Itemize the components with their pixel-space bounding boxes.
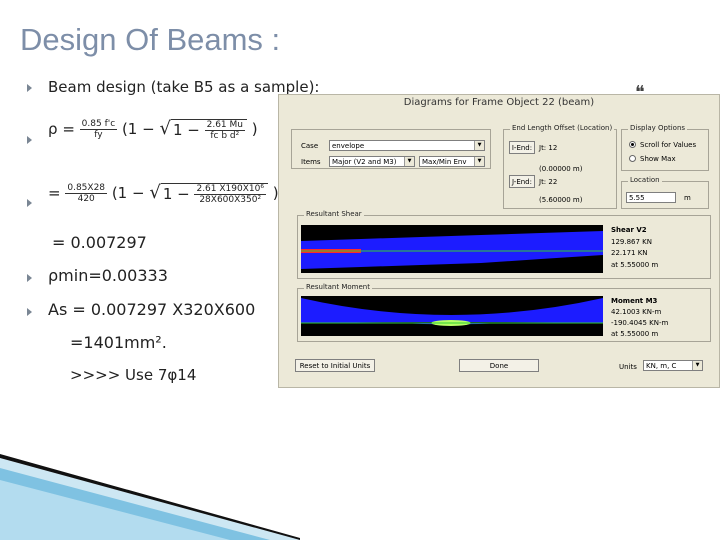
- sqrt-denominator: fc b d²: [210, 130, 240, 141]
- bullet-marker: [27, 199, 32, 207]
- moment-group-label: Resultant Moment: [304, 283, 372, 291]
- shear-title: Shear V2: [611, 226, 647, 234]
- location-value: 5.55: [629, 194, 645, 202]
- sqrt-numerator: 2.61 Mu: [204, 119, 245, 131]
- rho-symbol: ρ: [48, 120, 58, 138]
- i-end-button[interactable]: I-End:: [509, 141, 535, 154]
- chevron-down-icon: ▼: [404, 157, 414, 166]
- bar-selection: >>>> Use 7φ14: [70, 366, 197, 384]
- sqrt-numerator: 2.61 X190X10⁶: [194, 183, 266, 195]
- equals-sign: =: [48, 184, 61, 202]
- shear-value-2: 22.171 KN: [611, 249, 648, 257]
- rho-min: ρmin=0.00333: [48, 266, 168, 285]
- envelope-value: Max/Min Env: [422, 158, 467, 166]
- moment-envelope-upper: [301, 298, 603, 323]
- fraction-denominator: fy: [94, 130, 103, 140]
- equals-sign: =: [62, 120, 75, 138]
- formula-open: (1 −: [121, 120, 155, 138]
- j-end-location: (5.60000 m): [539, 196, 583, 204]
- reset-units-button[interactable]: Reset to Initial Units: [295, 359, 375, 372]
- moment-diagram-svg: [301, 298, 603, 326]
- units-select[interactable]: KN, m, C ▼: [643, 360, 703, 371]
- shear-location: at 5.55000 m: [611, 261, 659, 269]
- slide-title: Design Of Beams :: [20, 22, 281, 57]
- case-value: envelope: [332, 142, 365, 150]
- moment-title: Moment M3: [611, 297, 658, 305]
- shear-envelope-lower: [301, 251, 603, 269]
- sqrt-term: 1 − 2.61 X190X10⁶ 28X600X350²: [160, 182, 268, 205]
- chevron-down-icon: ▼: [474, 157, 484, 166]
- envelope-select[interactable]: Max/Min Env ▼: [419, 156, 485, 167]
- moment-value-2: -190.4045 KN-m: [611, 319, 669, 327]
- case-select[interactable]: envelope ▼: [329, 140, 485, 151]
- scroll-values-radio[interactable]: [629, 141, 636, 148]
- as-formula: As = 0.007297 X320X600: [48, 300, 256, 319]
- decorative-stripes: [0, 454, 300, 540]
- location-input[interactable]: 5.55: [626, 192, 676, 203]
- fraction-denominator: 420: [77, 194, 95, 204]
- shear-diagram-svg: [301, 231, 603, 269]
- i-end-location: (0.00000 m): [539, 165, 583, 173]
- chevron-down-icon: ▼: [474, 141, 484, 150]
- rho-result: = 0.007297: [52, 233, 147, 252]
- moment-location: at 5.55000 m: [611, 330, 659, 338]
- dialog-title: Diagrams for Frame Object 22 (beam): [403, 97, 595, 108]
- fraction-numerator: 0.85X28: [65, 183, 108, 194]
- display-options-group: Display Options: [621, 124, 709, 171]
- sqrt-fraction: 2.61 Mu fc b d²: [204, 119, 245, 141]
- items-value: Major (V2 and M3): [332, 158, 397, 166]
- fraction: 0.85X28 420: [65, 183, 108, 204]
- rho-substitution: = 0.85X28 420 (1 − √ 1 − 2.61 X190X10⁶ 28X6…: [48, 182, 279, 205]
- formula-open: (1 −: [111, 184, 145, 202]
- show-max-label: Show Max: [640, 155, 676, 163]
- bullet-marker: [27, 136, 32, 144]
- shear-diagram: [301, 225, 603, 273]
- units-value: KN, m, C: [646, 362, 677, 370]
- case-label: Case: [301, 142, 319, 150]
- frame-diagram-dialog: Diagrams for Frame Object 22 (beam) Case…: [278, 94, 720, 388]
- formula-close: ): [251, 120, 258, 138]
- rho-formula: ρ = 0.85 f'c fy (1 − √ 1 − 2.61 Mu fc b d² …: [48, 118, 258, 141]
- j-end-button[interactable]: J-End:: [509, 175, 535, 188]
- scroll-values-label: Scroll for Values: [640, 141, 697, 149]
- location-unit: m: [684, 194, 691, 202]
- moment-value-1: 42.1003 KN-m: [611, 308, 662, 316]
- units-label: Units: [619, 363, 637, 371]
- fraction: 0.85 f'c fy: [79, 119, 118, 140]
- location-label: Location: [628, 176, 662, 184]
- show-max-radio[interactable]: [629, 155, 636, 162]
- bullet-marker: [27, 84, 32, 92]
- done-button[interactable]: Done: [459, 359, 539, 372]
- display-options-label: Display Options: [628, 124, 688, 132]
- j-end-joint: Jt: 22: [539, 178, 558, 186]
- end-offset-label: End Length Offset (Location): [510, 124, 615, 132]
- bullet-marker: [27, 274, 32, 282]
- bullet-marker: [27, 308, 32, 316]
- i-end-joint: Jt: 12: [539, 144, 558, 152]
- as-result: =1401mm².: [70, 333, 167, 352]
- fraction-numerator: 0.85 f'c: [79, 119, 118, 130]
- shear-value-1: 129.867 KN: [611, 238, 652, 246]
- chevron-down-icon: ▼: [692, 361, 702, 370]
- items-label: Items: [301, 158, 321, 166]
- shear-group-label: Resultant Shear: [304, 210, 364, 218]
- shear-envelope-upper: [301, 231, 603, 251]
- sqrt-term: 1 − 2.61 Mu fc b d²: [170, 118, 247, 141]
- sqrt-fraction: 2.61 X190X10⁶ 28X600X350²: [194, 183, 266, 205]
- moment-diagram: [301, 296, 603, 336]
- items-select[interactable]: Major (V2 and M3) ▼: [329, 156, 415, 167]
- sqrt-denominator: 28X600X350²: [199, 194, 262, 205]
